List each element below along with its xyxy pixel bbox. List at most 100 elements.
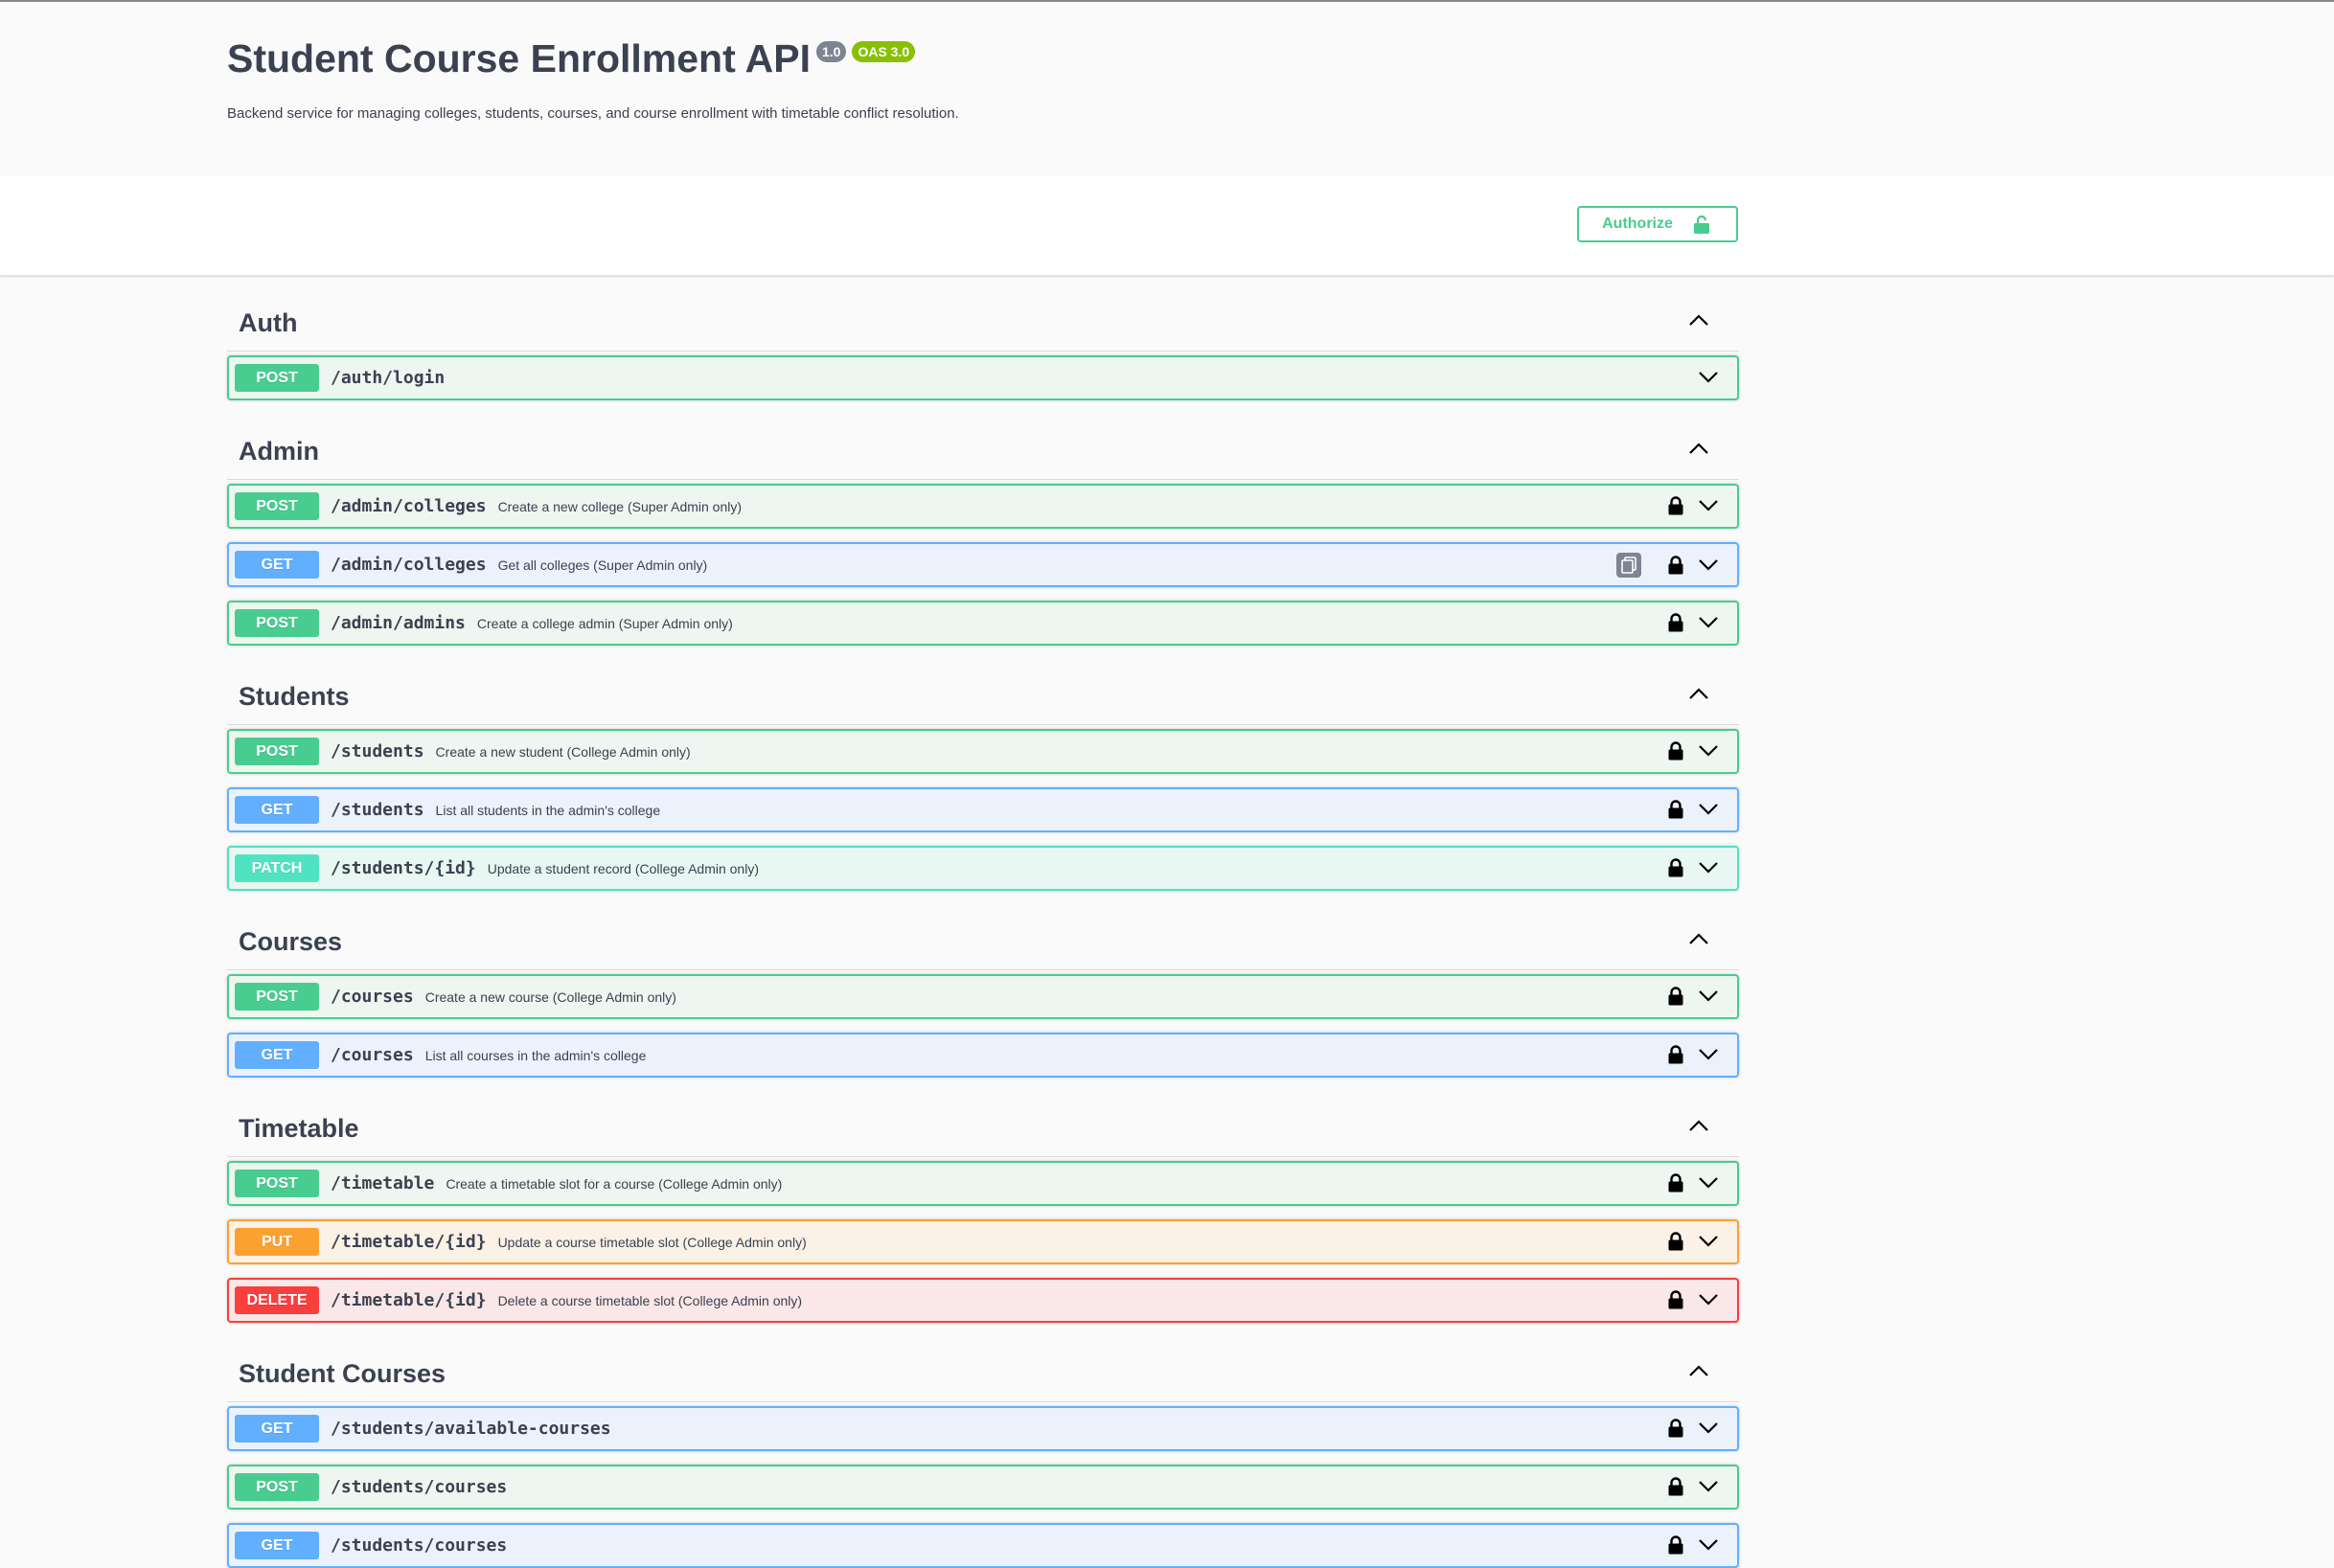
operation-post[interactable]: POST /auth/login (227, 355, 1739, 400)
lock-icon[interactable] (1664, 1171, 1687, 1194)
operation-get[interactable]: GET /courses List all courses in the adm… (227, 1033, 1739, 1078)
lock-icon[interactable] (1664, 1475, 1687, 1498)
chevron-down-icon[interactable] (1697, 856, 1720, 879)
chevron-down-icon[interactable] (1697, 611, 1720, 634)
operation-post[interactable]: POST /courses Create a new course (Colle… (227, 974, 1739, 1019)
operation-post[interactable]: POST /admin/colleges Create a new colleg… (227, 484, 1739, 529)
chevron-down-icon[interactable] (1697, 1230, 1720, 1253)
method-badge: DELETE (235, 1286, 319, 1314)
operation-path: /courses (331, 1045, 414, 1065)
api-description: Backend service for managing colleges, s… (227, 105, 959, 122)
operation-path: /students (331, 800, 424, 820)
lock-icon[interactable] (1664, 1417, 1687, 1440)
tag-title: Students (239, 682, 350, 711)
tag-auth[interactable]: Auth (227, 285, 1739, 352)
operation-icons (1664, 1288, 1720, 1311)
lock-icon[interactable] (1664, 494, 1687, 517)
operation-path: /admin/admins (331, 613, 466, 633)
chevron-down-icon[interactable] (1697, 554, 1720, 577)
chevron-down-icon[interactable] (1697, 1043, 1720, 1066)
chevron-up-icon[interactable] (1687, 1114, 1710, 1137)
tag-students[interactable]: Students (227, 659, 1739, 725)
operation-post[interactable]: POST /admin/admins Create a college admi… (227, 601, 1739, 646)
lock-icon[interactable] (1664, 1534, 1687, 1557)
operation-path: /timetable (331, 1173, 435, 1193)
operation-get[interactable]: GET /students/courses (227, 1523, 1739, 1568)
version-badge: 1.0 (815, 41, 847, 62)
lock-icon[interactable] (1664, 1043, 1687, 1066)
tag-title: Courses (239, 927, 343, 956)
chevron-up-icon[interactable] (1687, 1359, 1710, 1382)
operation-icons (1664, 985, 1720, 1008)
chevron-up-icon[interactable] (1687, 308, 1710, 331)
operation-summary: Get all colleges (Super Admin only) (497, 557, 708, 573)
chevron-down-icon[interactable] (1697, 366, 1720, 389)
chevron-down-icon[interactable] (1697, 1288, 1720, 1311)
operation-icons (1664, 1475, 1720, 1498)
operation-path: /students/{id} (331, 858, 476, 878)
authorize-label: Authorize (1602, 216, 1673, 232)
tag-courses[interactable]: Courses (227, 904, 1739, 970)
operation-summary: Create a new student (College Admin only… (435, 743, 691, 760)
chevron-up-icon[interactable] (1687, 682, 1710, 705)
method-badge: POST (235, 364, 319, 392)
copy-icon[interactable] (1616, 553, 1641, 578)
operation-path: /courses (331, 987, 414, 1007)
operation-summary: Create a college admin (Super Admin only… (476, 615, 733, 631)
method-badge: GET (235, 1532, 319, 1559)
chevron-up-icon[interactable] (1687, 927, 1710, 950)
chevron-down-icon[interactable] (1697, 1534, 1720, 1557)
lock-icon[interactable] (1664, 985, 1687, 1008)
operation-summary: Update a course timetable slot (College … (497, 1234, 807, 1250)
chevron-down-icon[interactable] (1697, 1475, 1720, 1498)
chevron-down-icon[interactable] (1697, 798, 1720, 821)
operation-put[interactable]: PUT /timetable/{id} Update a course time… (227, 1219, 1739, 1264)
operation-path: /students/available-courses (331, 1419, 611, 1439)
operation-path: /students/courses (331, 1535, 508, 1556)
operation-icons (1664, 1534, 1720, 1557)
method-badge: POST (235, 1170, 319, 1197)
authorize-button[interactable]: Authorize (1577, 206, 1738, 242)
lock-icon[interactable] (1664, 798, 1687, 821)
operation-path: /students/courses (331, 1477, 508, 1497)
lock-icon[interactable] (1664, 856, 1687, 879)
chevron-down-icon[interactable] (1697, 985, 1720, 1008)
chevron-down-icon[interactable] (1697, 739, 1720, 762)
info-section: Student Course Enrollment API 1.0 OAS 3.… (0, 2, 2334, 175)
chevron-down-icon[interactable] (1697, 1171, 1720, 1194)
operation-patch[interactable]: PATCH /students/{id} Update a student re… (227, 846, 1739, 891)
chevron-up-icon[interactable] (1687, 437, 1710, 460)
method-badge: POST (235, 738, 319, 765)
operation-post[interactable]: POST /students Create a new student (Col… (227, 729, 1739, 774)
operation-icons (1664, 494, 1720, 517)
operation-post[interactable]: POST /students/courses (227, 1465, 1739, 1510)
operation-get[interactable]: GET /students/available-courses (227, 1406, 1739, 1451)
tag-admin[interactable]: Admin (227, 414, 1739, 480)
lock-icon[interactable] (1664, 554, 1687, 577)
operation-delete[interactable]: DELETE /timetable/{id} Delete a course t… (227, 1278, 1739, 1323)
operation-summary: Create a new college (Super Admin only) (497, 498, 743, 514)
operation-path: /students (331, 741, 424, 761)
method-badge: PATCH (235, 854, 319, 882)
lock-icon[interactable] (1664, 1288, 1687, 1311)
lock-icon[interactable] (1664, 1230, 1687, 1253)
tag-title: Admin (239, 437, 319, 466)
operation-path: /admin/colleges (331, 496, 487, 516)
method-badge: POST (235, 492, 319, 520)
operation-icons (1664, 856, 1720, 879)
chevron-down-icon[interactable] (1697, 494, 1720, 517)
operation-icons (1616, 553, 1720, 578)
tag-title: Student Courses (239, 1359, 446, 1388)
operation-get[interactable]: GET /students List all students in the a… (227, 787, 1739, 832)
method-badge: PUT (235, 1228, 319, 1256)
operation-icons (1664, 739, 1720, 762)
tag-timetable[interactable]: Timetable (227, 1091, 1739, 1157)
operation-get[interactable]: GET /admin/colleges Get all colleges (Su… (227, 542, 1739, 587)
operation-post[interactable]: POST /timetable Create a timetable slot … (227, 1161, 1739, 1206)
lock-icon[interactable] (1664, 739, 1687, 762)
operations-list: Auth POST /auth/login Admin POST /admin/… (227, 276, 1739, 1568)
tag-student-courses[interactable]: Student Courses (227, 1336, 1739, 1402)
chevron-down-icon[interactable] (1697, 1417, 1720, 1440)
lock-icon[interactable] (1664, 611, 1687, 634)
unlocked-icon (1690, 213, 1713, 236)
